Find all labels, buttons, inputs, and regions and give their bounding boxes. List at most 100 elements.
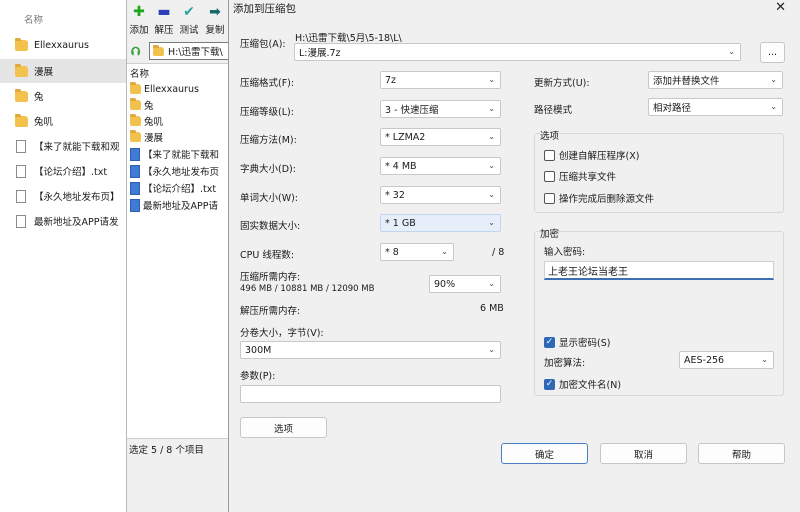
volume-label: 分卷大小，字节(V): xyxy=(240,328,324,339)
word-combo[interactable]: * 32 ⌄ xyxy=(380,186,501,204)
explorer-item[interactable]: 【论坛介绍】.txt xyxy=(0,159,130,183)
folder-icon xyxy=(15,113,28,127)
list-item[interactable]: Ellexxaurus xyxy=(130,81,199,97)
threads-max: / 8 xyxy=(492,247,505,258)
folder-icon xyxy=(130,114,141,126)
extract-button[interactable]: ▬ 解压 xyxy=(152,4,176,36)
explorer-item[interactable]: 【来了就能下载和观 xyxy=(0,134,130,158)
method-combo[interactable]: * LZMA2 ⌄ xyxy=(380,128,501,146)
encrypt-names-checkbox[interactable]: ✓ 加密文件名(N) xyxy=(544,377,621,391)
list-item[interactable]: 兔叽 xyxy=(130,113,163,129)
list-item[interactable]: 漫展 xyxy=(130,129,163,145)
check-icon: ✓ xyxy=(544,336,555,348)
add-to-archive-dialog: 添加到压缩包 ✕ 压缩包(A): H:\迅雷下载\5月\5-18\L\ L:漫展… xyxy=(228,0,800,512)
arrow-right-icon: ➡ xyxy=(209,4,221,20)
up-folder-icon[interactable]: ⮉ xyxy=(131,44,140,59)
list-item[interactable]: 【论坛介绍】.txt xyxy=(130,180,216,196)
archive-label: 压缩包(A): xyxy=(240,39,286,50)
file-icon xyxy=(130,181,140,195)
chevron-down-icon: ⌄ xyxy=(770,75,777,84)
chevron-down-icon: ⌄ xyxy=(488,161,495,170)
threads-label: CPU 线程数: xyxy=(240,250,295,261)
options-button[interactable]: 选项 xyxy=(240,417,327,438)
mem-comp-detail: 496 MB / 10881 MB / 12090 MB xyxy=(240,284,375,294)
dict-combo[interactable]: * 4 MB ⌄ xyxy=(380,157,501,175)
checkbox-box xyxy=(544,192,555,204)
mem-percent-combo[interactable]: 90% ⌄ xyxy=(429,275,501,293)
browse-button[interactable]: ... xyxy=(760,42,785,63)
encryption-method-label: 加密算法: xyxy=(544,358,586,369)
list-item[interactable]: 最新地址及APP请 xyxy=(130,197,218,213)
add-button[interactable]: ✚ 添加 xyxy=(127,4,151,36)
list-item[interactable]: 【永久地址发布页 xyxy=(130,163,219,179)
explorer-item[interactable]: 【永久地址发布页】 xyxy=(0,184,130,208)
show-password-checkbox[interactable]: ✓ 显示密码(S) xyxy=(544,335,610,349)
checkbox-box xyxy=(544,170,555,182)
chevron-down-icon: ⌄ xyxy=(770,102,777,111)
word-label: 单词大小(W): xyxy=(240,193,299,204)
file-icon xyxy=(130,147,140,161)
help-button[interactable]: 帮助 xyxy=(698,443,785,464)
list-item[interactable]: 兔 xyxy=(130,97,154,113)
mem-decomp-label: 解压所需内存: xyxy=(240,306,301,317)
plus-icon: ✚ xyxy=(133,4,145,20)
checkbox-box xyxy=(544,149,555,161)
file-list: 名称 Ellexxaurus 兔 兔叽 漫展 【来了就能下载和 【永久地址发布页… xyxy=(127,63,237,438)
check-icon: ✓ xyxy=(544,378,555,390)
file-manager-window: ✚ 添加 ▬ 解压 ✔ 测试 ➡ 复制 ⮉ H:\迅雷下载\ 名称 Ellexx… xyxy=(126,0,269,512)
folder-icon xyxy=(153,44,164,56)
path-mode-label: 路径模式 xyxy=(534,105,573,116)
password-input[interactable]: 上老王论坛当老王 xyxy=(544,261,774,280)
explorer-item[interactable]: 兔 xyxy=(0,84,130,108)
params-input[interactable] xyxy=(240,385,501,403)
chevron-down-icon: ⌄ xyxy=(488,218,495,227)
explorer-header-name[interactable]: 名称 xyxy=(24,12,43,26)
explorer-item[interactable]: 漫展 xyxy=(0,59,130,83)
folder-icon xyxy=(130,130,141,142)
file-icon xyxy=(130,198,140,212)
solid-label: 固实数据大小: xyxy=(240,221,301,232)
threads-combo[interactable]: * 8 ⌄ xyxy=(380,243,454,261)
level-label: 压缩等级(L): xyxy=(240,107,294,118)
password-label: 输入密码: xyxy=(544,247,586,258)
folder-icon xyxy=(15,88,28,102)
explorer-item[interactable]: Ellexxaurus xyxy=(0,33,130,57)
sfx-checkbox[interactable]: 创建自解压程序(X) xyxy=(544,148,639,162)
explorer-item[interactable]: 最新地址及APP请发 xyxy=(0,209,130,233)
path-mode-combo[interactable]: 相对路径 ⌄ xyxy=(648,98,783,116)
dict-label: 字典大小(D): xyxy=(240,164,296,175)
encryption-method-combo[interactable]: AES-256 ⌄ xyxy=(679,351,774,369)
ok-button[interactable]: 确定 xyxy=(501,443,588,464)
cancel-button[interactable]: 取消 xyxy=(600,443,687,464)
archive-name-combo[interactable]: L:漫展.7z ⌄ xyxy=(294,43,741,61)
text-file-icon xyxy=(16,189,26,203)
text-file-icon xyxy=(16,164,26,178)
chevron-down-icon: ⌄ xyxy=(488,345,495,354)
close-icon[interactable]: ✕ xyxy=(775,0,786,15)
update-combo[interactable]: 添加并替换文件 ⌄ xyxy=(648,71,783,89)
copy-button[interactable]: ➡ 复制 xyxy=(203,4,227,36)
method-label: 压缩方法(M): xyxy=(240,135,297,146)
shared-files-checkbox[interactable]: 压缩共享文件 xyxy=(544,169,616,183)
test-button[interactable]: ✔ 测试 xyxy=(177,4,201,36)
file-icon xyxy=(130,164,140,178)
level-combo[interactable]: 3 - 快速压缩 ⌄ xyxy=(380,100,501,118)
list-item[interactable]: 【来了就能下载和 xyxy=(130,146,219,162)
chevron-down-icon: ⌄ xyxy=(728,47,735,56)
text-file-icon xyxy=(16,214,26,228)
format-label: 压缩格式(F): xyxy=(240,78,295,89)
chevron-down-icon: ⌄ xyxy=(441,247,448,256)
check-icon: ✔ xyxy=(183,4,195,20)
solid-combo[interactable]: * 1 GB ⌄ xyxy=(380,214,501,232)
params-label: 参数(P): xyxy=(240,371,276,382)
folder-icon xyxy=(15,63,28,77)
format-combo[interactable]: 7z ⌄ xyxy=(380,71,501,89)
volume-combo[interactable]: 300M ⌄ xyxy=(240,341,501,359)
folder-icon xyxy=(130,98,141,110)
folder-icon xyxy=(130,82,141,94)
list-header-name[interactable]: 名称 xyxy=(130,65,149,81)
explorer-pane: 名称 Ellexxaurus 漫展 兔 兔叽 【来了就能下载和观 【论坛介绍】.… xyxy=(0,0,130,512)
dialog-title: 添加到压缩包 xyxy=(233,3,296,15)
delete-after-checkbox[interactable]: 操作完成后删除源文件 xyxy=(544,191,654,205)
explorer-item[interactable]: 兔叽 xyxy=(0,109,130,133)
